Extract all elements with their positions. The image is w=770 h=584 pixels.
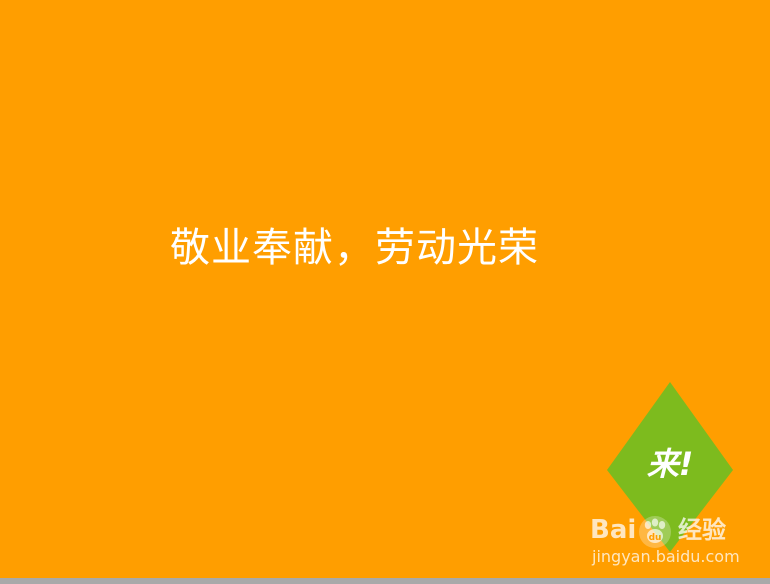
watermark-jingyan: 经验 xyxy=(678,516,726,544)
watermark-url: jingyan.baidu.com xyxy=(592,547,740,566)
watermark-brand: Bai xyxy=(590,515,637,545)
baidu-jingyan-watermark: Bai du 经验 jingyan.baidu.com xyxy=(590,514,740,570)
window-bottom-bar xyxy=(0,578,770,584)
slide-canvas: 敬业奉献，劳动光荣 来! Bai du 经验 jingyan.baidu.com xyxy=(0,0,770,578)
paw-icon: du xyxy=(638,515,672,549)
diamond-label: 来! xyxy=(646,445,694,483)
slide-headline: 敬业奉献，劳动光荣 xyxy=(170,225,539,271)
svg-text:du: du xyxy=(649,533,662,543)
